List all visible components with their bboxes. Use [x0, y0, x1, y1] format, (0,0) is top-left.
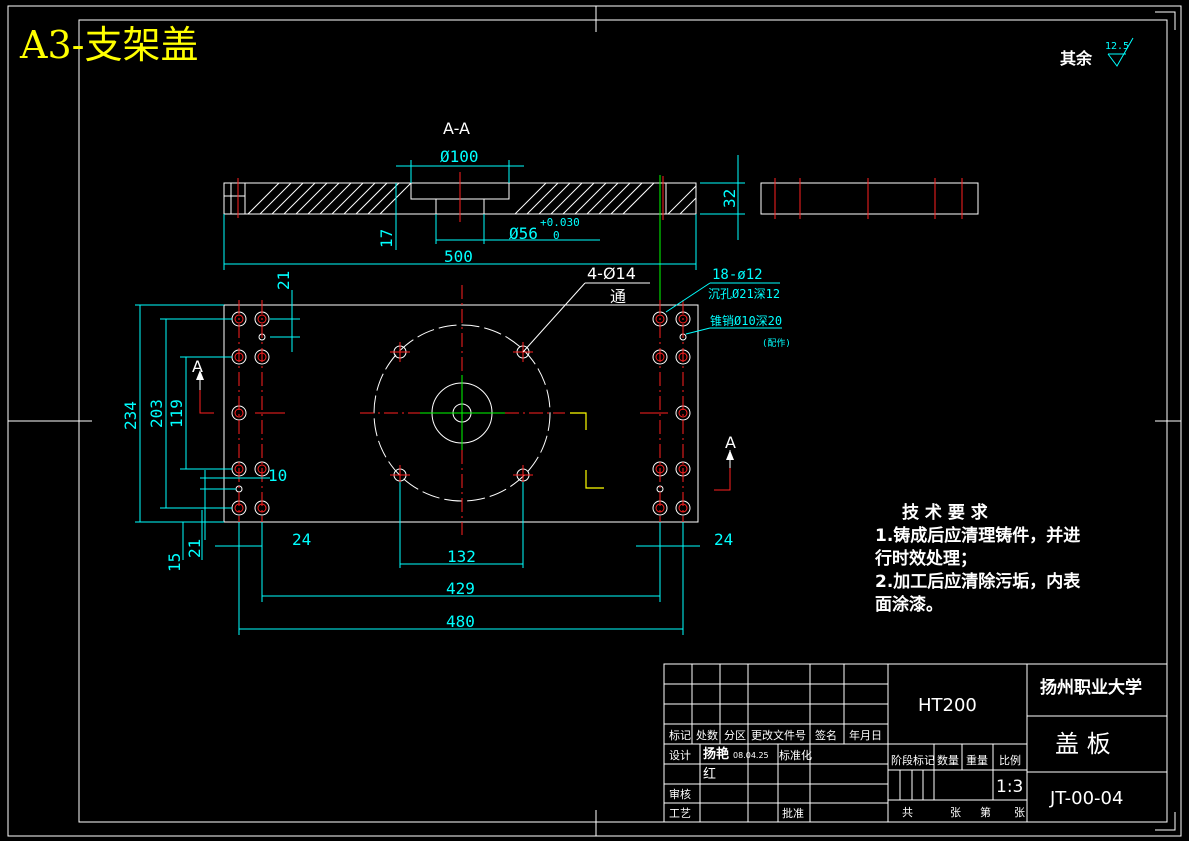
dim-length: 500: [444, 247, 473, 266]
designer-2: 红: [703, 766, 716, 782]
dim-21-bot: 21: [185, 539, 204, 558]
callout-holes-small: 18-ø12: [712, 267, 763, 283]
sheet-total-label: 共: [902, 806, 913, 819]
hdr-mark: 标记: [669, 728, 691, 742]
plan-view: A A 4-Ø14 通 18-ø12 沉孔Ø21深12 锥销Ø10深20 (配作…: [121, 264, 791, 635]
part-name: 盖 板: [1055, 730, 1111, 758]
surface-finish-label: 其余: [1060, 49, 1093, 68]
side-view: [760, 178, 979, 219]
hdr-change: 更改文件号: [751, 728, 806, 742]
notes-line-4: 面涂漆。: [875, 594, 943, 615]
hdr-sign: 签名: [815, 728, 837, 742]
hdr-count: 处数: [696, 729, 718, 742]
scale-label: 比例: [999, 753, 1021, 767]
sheet-unit-2: 张: [1014, 806, 1025, 819]
dim-21-top: 21: [274, 271, 293, 290]
callout-holes-small-note: 沉孔Ø21深12: [708, 287, 780, 301]
design-label: 设计: [669, 749, 691, 762]
dim-480: 480: [446, 612, 475, 631]
stage-label: 阶段标记: [891, 753, 935, 767]
std-label: 标准化: [779, 748, 812, 762]
weight-label: 重量: [966, 753, 988, 767]
tol-lower: 0: [553, 229, 560, 242]
counterbore-holes-left: [231, 300, 285, 525]
hdr-date: 年月日: [849, 728, 882, 742]
design-date: 08.04.25: [733, 751, 769, 760]
callout-holes-big-note: 通: [610, 287, 626, 306]
notes-line-2: 行时效处理；: [874, 548, 977, 569]
dim-15: 15: [165, 553, 184, 572]
process-label: 工艺: [669, 807, 691, 820]
section-marker-left: A: [192, 357, 203, 376]
notes-heading: 技 术 要 求: [902, 502, 988, 523]
school: 扬州职业大学: [1040, 677, 1142, 698]
dim-depth: 17: [377, 229, 396, 248]
section-label: A-A: [443, 119, 470, 138]
hdr-zone: 分区: [724, 729, 746, 742]
material: HT200: [918, 695, 977, 716]
sheet-title: A3-支架盖: [19, 23, 198, 67]
sheet-no-label: 第: [980, 805, 991, 819]
dim-counterbore: Ø56: [509, 224, 538, 243]
callout-holes-big: 4-Ø14: [587, 264, 636, 283]
dim-132: 132: [447, 547, 476, 566]
dim-203: 203: [147, 399, 166, 428]
dim-bore: Ø100: [440, 147, 479, 166]
callout-pin-note: (配作): [762, 337, 791, 349]
dim-234: 234: [121, 401, 140, 430]
title-block: 标记 处数 分区 更改文件号 签名 年月日 设计 扬艳 红 08.04.25 标…: [663, 663, 1168, 823]
tol-upper: +0.030: [540, 216, 580, 229]
dim-119: 119: [167, 399, 186, 428]
dim-10: 10: [268, 466, 287, 485]
qty-label: 数量: [937, 754, 959, 767]
check-label: 审核: [669, 787, 691, 801]
designer: 扬艳: [703, 746, 729, 762]
approve-label: 批准: [782, 806, 804, 820]
notes-line-1: 1.铸成后应清理铸件，并进: [875, 525, 1080, 546]
section-view: A-A Ø100 Ø56 +0.030 0 32 17 500: [223, 119, 745, 300]
callout-pin: 锥销Ø10深20: [710, 314, 782, 328]
notes-line-3: 2.加工后应清除污垢，内表: [875, 571, 1081, 592]
drawing-no: JT-00-04: [1049, 788, 1123, 809]
technical-requirements: 技 术 要 求 1.铸成后应清理铸件，并进 行时效处理； 2.加工后应清除污垢，…: [874, 502, 1081, 615]
dim-24-right: 24: [714, 530, 733, 549]
counterbore-holes-right: [640, 300, 691, 525]
sheet-unit-1: 张: [950, 806, 961, 819]
engineering-drawing: A3-支架盖 其余 12.5 A-A Ø100 Ø56 +0.030 0 32 …: [7, 5, 1182, 837]
dim-429: 429: [446, 579, 475, 598]
section-marker-right: A: [725, 433, 736, 452]
dim-24-left: 24: [292, 530, 311, 549]
dim-thickness: 32: [720, 189, 739, 208]
inner-border: [78, 19, 1168, 823]
scale-value: 1:3: [996, 777, 1023, 797]
